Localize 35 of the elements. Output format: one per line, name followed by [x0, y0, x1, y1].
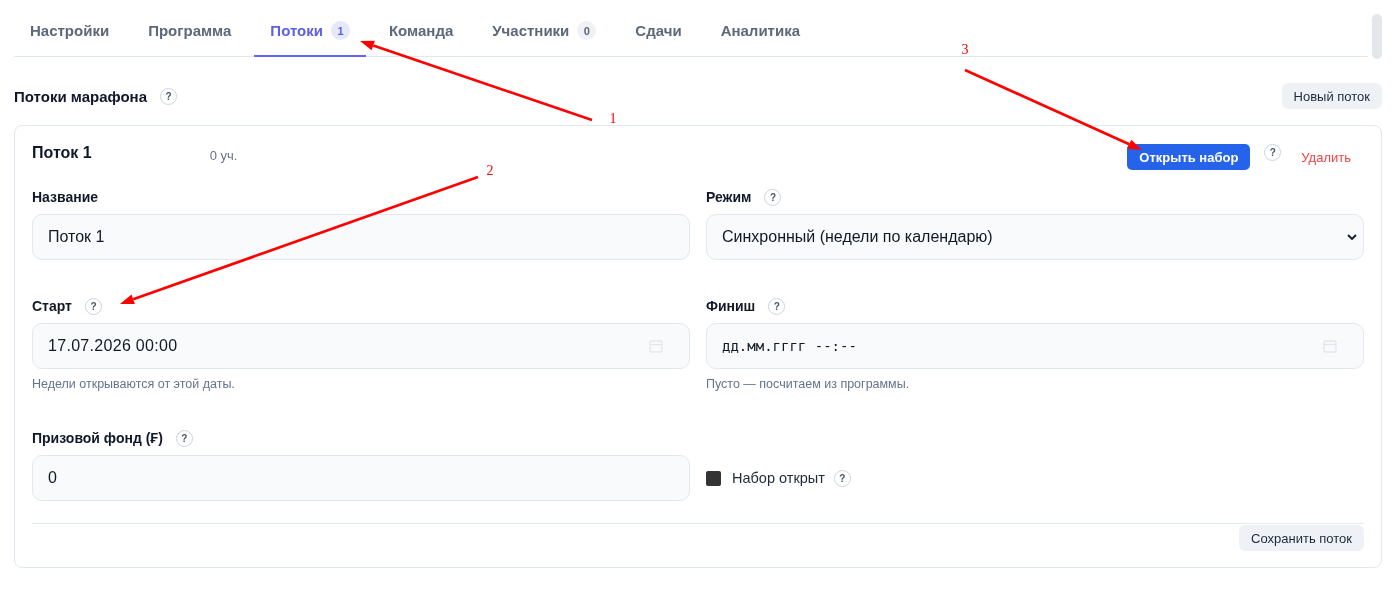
- count-badge: 1: [330, 21, 350, 40]
- count-badge: 0: [577, 21, 597, 40]
- text-field[interactable]: Поток 1: [32, 214, 690, 260]
- annotation-number: 2: [486, 162, 494, 178]
- annotation-number: 3: [961, 41, 969, 57]
- delete-button[interactable]: Удалить: [1289, 144, 1364, 170]
- participant-count: 0 уч.: [209, 147, 238, 163]
- section-title: Потоки марафона: [14, 87, 147, 105]
- checkbox-label[interactable]: Набор открыт: [732, 470, 825, 486]
- tab[interactable]: Аналитика: [704, 0, 817, 57]
- field-hint: Недели открываются от этой даты.: [32, 376, 236, 392]
- date-field[interactable]: дд.мм.гггг --:--: [706, 323, 1364, 369]
- tab[interactable]: Сдачи: [619, 0, 698, 57]
- field-hint: Пусто — посчитаем из программы.: [706, 376, 911, 392]
- field-label: Старт: [32, 298, 72, 314]
- checkbox[interactable]: [706, 470, 721, 486]
- select-field[interactable]: Синхронный (недели по календарю): [706, 214, 1364, 260]
- tab[interactable]: Потоки 1: [254, 0, 366, 57]
- save-stream-button[interactable]: Сохранить поток: [1239, 525, 1364, 551]
- chevron-down-icon: [1347, 234, 1357, 240]
- tab[interactable]: Команда: [372, 0, 470, 57]
- open-recruitment-button[interactable]: Открыть набор: [1127, 144, 1251, 170]
- date-field[interactable]: 17.07.2026 00:00: [32, 323, 690, 369]
- field-label: Название: [32, 189, 99, 205]
- scrollbar-thumb[interactable]: [1372, 14, 1382, 59]
- field-label: Режим: [706, 189, 752, 205]
- stream-title: Поток 1: [32, 144, 92, 162]
- field-label: Призовой фонд (₣): [32, 430, 163, 446]
- field-label: Финиш: [706, 298, 756, 314]
- tab[interactable]: Программа: [132, 0, 248, 57]
- annotation-number: 1: [609, 110, 617, 126]
- text-field[interactable]: 0: [32, 455, 690, 501]
- tab[interactable]: Настройки: [14, 0, 126, 57]
- new-stream-button[interactable]: Новый поток: [1281, 83, 1382, 109]
- tab[interactable]: Участники 0: [476, 0, 613, 57]
